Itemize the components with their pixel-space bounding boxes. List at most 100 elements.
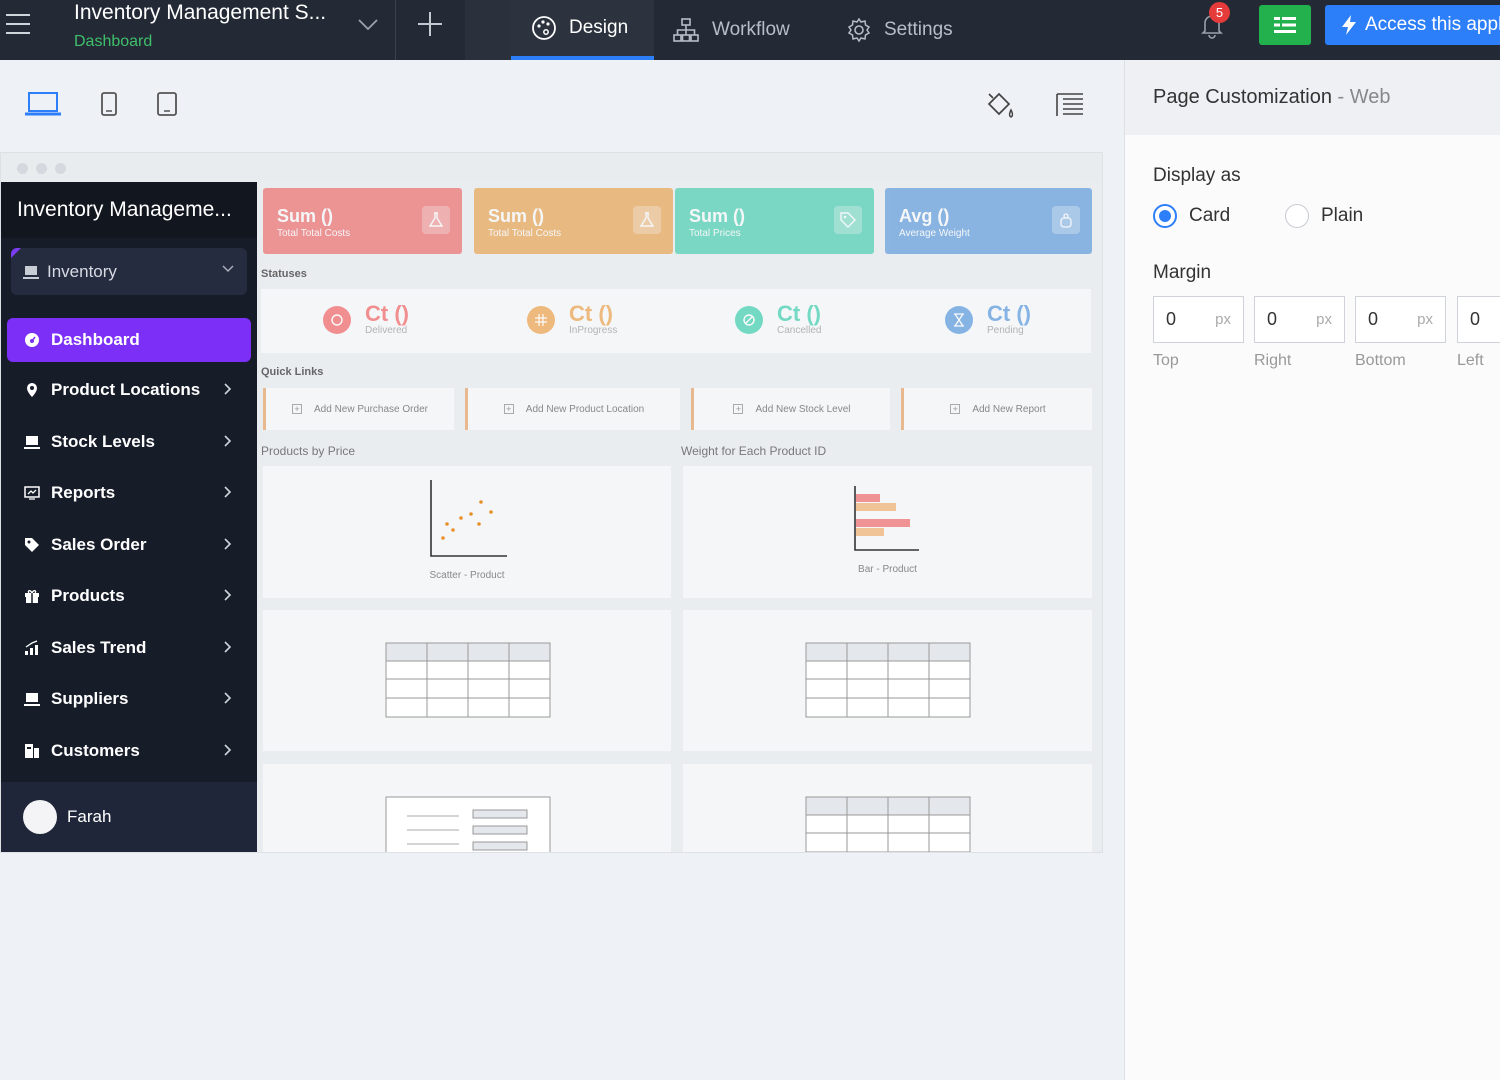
add-icon: + [292, 404, 303, 414]
chevron-right-icon [224, 383, 232, 395]
nav-product-locations[interactable]: Product Locations [7, 368, 251, 412]
margin-right-label: Right [1254, 352, 1292, 369]
access-app-button[interactable]: Access this appli [1325, 5, 1500, 45]
margin-unit: px [1316, 311, 1332, 328]
list-icon [1274, 17, 1296, 33]
radio-plain[interactable]: Plain [1285, 204, 1363, 228]
bar-chart-placeholder[interactable]: Bar - Product [683, 466, 1092, 598]
status-cancelled[interactable]: Ct () Cancelled [735, 303, 821, 336]
grid-icon [527, 305, 555, 334]
kpi-value: Sum () [488, 206, 544, 226]
margin-top-input[interactable]: 0 px [1153, 296, 1244, 343]
nav-sales-order[interactable]: Sales Order [7, 523, 251, 567]
quick-link[interactable]: + Add New Purchase Order [263, 388, 454, 430]
tablet-icon[interactable] [99, 90, 119, 118]
tab-settings[interactable]: Settings [846, 0, 953, 60]
margin-value: 0 [1470, 309, 1481, 329]
quick-links-heading: Quick Links [261, 366, 324, 378]
monitor-icon [23, 265, 39, 279]
add-icon[interactable] [414, 8, 446, 40]
nav-label: Products [51, 586, 125, 605]
divider [395, 0, 396, 60]
gift-icon [23, 587, 41, 605]
kpi-card[interactable]: Sum () Total Total Costs [263, 188, 462, 254]
nav-reports[interactable]: Reports [7, 471, 251, 515]
app-view-button[interactable] [1259, 5, 1311, 45]
nav-stock-levels[interactable]: Stock Levels [7, 420, 251, 464]
tab-label: Workflow [712, 19, 790, 40]
radio-card[interactable]: Card [1153, 204, 1230, 228]
kpi-value: Avg () [899, 206, 950, 226]
nav-sales-trend[interactable]: Sales Trend [7, 626, 251, 670]
app-title[interactable]: Inventory Management S... [74, 1, 326, 25]
sales-icon [23, 536, 41, 554]
add-icon: + [950, 404, 961, 414]
chart-title: Products by Price [261, 444, 356, 458]
mobile-icon[interactable] [155, 90, 179, 118]
hourglass-icon [945, 305, 973, 334]
kpi-label: Total Prices [689, 228, 741, 239]
nav-customers[interactable]: Customers [7, 729, 251, 773]
status-panel: Ct () Delivered Ct () InProgress Ct () Canc… [261, 289, 1091, 353]
kpi-card[interactable]: Avg () Average Weight [885, 188, 1092, 254]
panel-title: Page Customization [1153, 86, 1332, 108]
chevron-down-icon[interactable] [356, 12, 380, 36]
kpi-card[interactable]: Sum () Total Prices [675, 188, 874, 254]
margin-right-input[interactable]: 0 px [1254, 296, 1345, 343]
layout-list-icon[interactable] [1055, 90, 1085, 120]
access-button-label: Access this appli [1365, 14, 1500, 35]
nav-suppliers[interactable]: Suppliers [7, 677, 251, 721]
user-name: Farah [67, 807, 112, 826]
quick-link[interactable]: + Add New Product Location [465, 388, 680, 430]
margin-unit: px [1417, 311, 1433, 328]
status-pending[interactable]: Ct () Pending [945, 303, 1031, 336]
radio-button[interactable] [1153, 204, 1177, 228]
preview-frame: Inventory Manageme... Inventory Dashboar… [0, 152, 1103, 853]
trend-icon [23, 639, 41, 657]
margin-left-input[interactable]: 0 [1457, 296, 1500, 343]
nav-products[interactable]: Products [7, 574, 251, 618]
table-placeholder[interactable] [683, 610, 1092, 751]
margin-left-label: Left [1457, 352, 1484, 369]
kpi-card[interactable]: Sum () Total Total Costs [474, 188, 673, 254]
scatter-chart-placeholder[interactable]: Scatter - Product [263, 466, 671, 598]
radio-button[interactable] [1285, 204, 1309, 228]
table-placeholder[interactable] [263, 610, 671, 751]
hamburger-menu-icon[interactable] [6, 14, 32, 36]
table-icon [805, 642, 971, 718]
nav-label: Customers [51, 741, 140, 760]
user-profile[interactable]: Farah [1, 782, 257, 852]
chart-caption: Bar - Product [858, 564, 917, 575]
paint-bucket-icon[interactable] [985, 90, 1015, 122]
status-delivered[interactable]: Ct () Delivered [323, 303, 409, 336]
table-placeholder[interactable] [683, 764, 1092, 852]
tag-icon [834, 206, 862, 234]
nav-label: Sales Trend [51, 638, 147, 657]
margin-value: 0 [1166, 309, 1177, 329]
chevron-right-icon [224, 589, 232, 601]
kpi-label: Total Total Costs [277, 228, 351, 239]
status-label: Cancelled [777, 325, 822, 336]
display-as-label: Display as [1153, 165, 1241, 186]
margin-bottom-input[interactable]: 0 px [1355, 296, 1446, 343]
quick-link[interactable]: + Add New Report [901, 388, 1092, 430]
location-icon [23, 381, 41, 399]
dashboard-icon [23, 331, 41, 349]
table-icon [385, 642, 551, 718]
status-inprogress[interactable]: Ct () InProgress [527, 303, 617, 336]
app-preview[interactable]: Inventory Manageme... Inventory Dashboar… [1, 182, 1102, 852]
status-label: Pending [987, 325, 1024, 336]
flask-icon [422, 206, 450, 234]
list-placeholder[interactable] [263, 764, 671, 852]
nav-dashboard[interactable]: Dashboard [7, 318, 251, 362]
inventory-dropdown[interactable]: Inventory [11, 248, 247, 295]
preview-main: Sum () Total Total Costs Sum () Total To… [257, 182, 1102, 852]
tab-design[interactable]: Design [511, 0, 654, 60]
add-icon: + [733, 404, 744, 414]
laptop-icon[interactable] [24, 90, 62, 118]
margin-unit: px [1215, 311, 1231, 328]
quick-link[interactable]: + Add New Stock Level [691, 388, 890, 430]
supplier-icon [23, 690, 41, 708]
tab-workflow[interactable]: Workflow [672, 0, 790, 60]
chart-caption: Scatter - Product [429, 570, 505, 581]
